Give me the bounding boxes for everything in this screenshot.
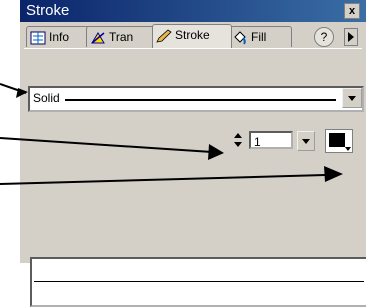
annotation-arrows xyxy=(0,83,343,185)
arrow-to-style-select xyxy=(0,83,28,98)
stroke-preview-line xyxy=(34,281,364,282)
arrow-to-size-spinner xyxy=(0,137,224,160)
stroke-preview xyxy=(30,257,366,307)
arrow-to-color-swatch xyxy=(0,166,343,185)
